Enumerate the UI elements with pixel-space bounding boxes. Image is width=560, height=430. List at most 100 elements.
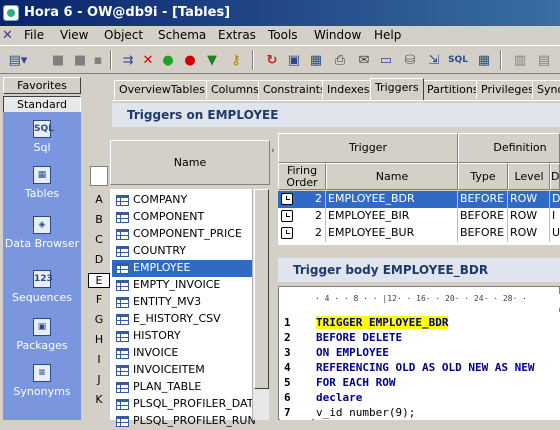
table-icon[interactable]: ▦ [474,50,494,70]
print-icon[interactable]: ⎙ [330,50,350,70]
line-number: 2 [284,331,291,344]
name-column-header[interactable]: Name [110,140,270,185]
list-item[interactable]: HISTORY [112,328,252,345]
tab-privileges[interactable]: Privileges [476,80,539,99]
list-item[interactable]: COMPONENT_PRICE [112,226,252,243]
tab-synonyms[interactable]: Syno [532,80,560,99]
green-dot-icon[interactable]: ● [158,50,178,70]
sidebar-item-tables[interactable]: ▦ Tables [3,166,81,200]
tab-indexes[interactable]: Indexes [322,80,375,99]
tab-partitions[interactable]: Partitions [422,80,484,99]
list-item[interactable]: COMPONENT [112,209,252,226]
list-item[interactable]: ENTITY_MV3 [112,294,252,311]
doc-icon[interactable]: ▣ [284,50,304,70]
letter-i[interactable]: I [88,353,110,366]
letter-h[interactable]: H [88,333,110,346]
key-icon[interactable]: ⚷ [226,50,246,70]
mail-icon[interactable]: ✉ [354,50,374,70]
add-menu-icon[interactable]: ▤▾ [8,50,28,70]
menu-extras[interactable]: Extras [218,28,256,42]
header-group-trigger: Trigger [278,133,458,163]
column-name[interactable]: Name [326,163,458,190]
tab-columns[interactable]: Columns [206,80,264,99]
sidebar-item-sequences[interactable]: 123 Sequences [3,270,81,304]
column-firing-order[interactable]: Firing Order [278,163,326,190]
page-title: Triggers on EMPLOYEE [112,103,560,127]
table-row[interactable]: 2 EMPLOYEE_BUR BEFORE ROW U [278,225,560,242]
list-item[interactable]: COUNTRY [112,243,252,260]
menu-schema[interactable]: Schema [158,28,206,42]
list-item[interactable]: COMPANY [112,192,252,209]
table-icon [116,246,129,257]
menu-object[interactable]: Object [104,28,143,42]
sidebar-item-label: Sql [33,141,51,154]
search-input[interactable] [90,166,108,186]
line-number: 1 [284,316,291,329]
run-icon[interactable]: ⇉ [118,50,138,70]
menu-view[interactable]: View [60,28,88,42]
code-area[interactable]: TRIGGER EMPLOYEE_BDR BEFORE DELETE ON EM… [314,312,560,420]
window-icon[interactable]: ▭ [376,50,396,70]
tab-triggers[interactable]: Triggers [370,78,424,100]
red-dot-icon[interactable]: ● [180,50,200,70]
table-icon [116,365,129,376]
menu-file[interactable]: File [24,28,44,42]
list-item[interactable]: PLAN_TABLE [112,379,252,396]
table-row[interactable]: 2 EMPLOYEE_BIR BEFORE ROW I [278,208,560,225]
tab-constraints[interactable]: Constraints [258,80,331,99]
list-item[interactable]: PLSQL_PROFILER_DAT [112,396,253,413]
delete-icon[interactable]: ✕ [138,50,158,70]
letter-j[interactable]: J [88,373,110,386]
list-item[interactable]: EMPTY_INVOICE [112,277,252,294]
grid-icon[interactable]: ▦ [306,50,326,70]
code-line: ON EMPLOYEE [316,346,389,359]
menu-tools[interactable]: Tools [268,28,298,42]
letter-g[interactable]: G [88,313,110,326]
list-scrollbar[interactable] [252,189,269,420]
toolbar: ▤▾ ■ ■ ▪ ⇉ ✕ ● ● ▼ ⚷ ↻ ▣ ▦ ⎙ ✉ ▭ ⛁ ⇲ SQL… [0,46,560,74]
list-item[interactable]: E_HISTORY_CSV [112,311,252,328]
sidebar-item-sql[interactable]: SQL Sql [3,120,81,154]
scrollbar-thumb[interactable] [254,189,269,389]
list-item[interactable]: INVOICE [112,345,252,362]
splitter[interactable]: ‹ [270,140,278,420]
column-type[interactable]: Type [458,163,508,190]
menu-help[interactable]: Help [374,28,401,42]
filter-icon[interactable]: ▼ [202,50,222,70]
column-d[interactable]: D [550,163,560,190]
letter-e[interactable]: E [88,273,110,288]
tab-overview-tables[interactable]: OverviewTables [114,80,210,99]
package-icon: ▣ [33,318,51,336]
disabled-icon: ▤ [537,52,551,68]
menu-window[interactable]: Window [314,28,361,42]
standard-button[interactable]: Standard [3,96,81,113]
list-item-selected[interactable]: EMPLOYEE [112,260,252,277]
sql-icon[interactable]: SQL [448,50,468,70]
title-bar: Hora 6 - OW@db9i - [Tables] [0,0,560,26]
disabled-icon: ■ [73,52,87,68]
column-level[interactable]: Level [508,163,550,190]
letter-f[interactable]: F [88,293,110,306]
sidebar-item-synonyms[interactable]: ≡ Synonyms [3,364,81,398]
letter-b[interactable]: B [88,213,110,226]
toolbar-separator [252,50,254,70]
system-menu-icon[interactable]: ✕ [2,28,13,43]
sidebar-item-data-browser[interactable]: ◈ Data Browser [3,216,81,250]
letter-k[interactable]: K [88,393,110,406]
export-icon[interactable]: ⇲ [424,50,444,70]
letter-d[interactable]: D [88,253,110,266]
chevron-left-icon[interactable]: ‹ [271,146,275,156]
table-row[interactable]: 2 EMPLOYEE_BDR BEFORE ROW D [278,191,560,208]
list-item[interactable]: PLSQL_PROFILER_RUN [112,413,256,430]
db-icon[interactable]: ⛁ [400,50,420,70]
line-number: 5 [284,376,291,389]
data-browser-icon: ◈ [33,216,51,234]
sidebar-item-packages[interactable]: ▣ Packages [3,318,81,352]
favorites-button[interactable]: Favorites [3,77,81,94]
disabled-icon: ■ [51,52,65,68]
letter-a[interactable]: A [88,193,110,206]
code-line: TRIGGER EMPLOYEE_BDR [316,316,449,329]
letter-c[interactable]: C [88,233,110,246]
refresh-icon[interactable]: ↻ [262,50,282,70]
list-item[interactable]: INVOICEITEM [112,362,252,379]
